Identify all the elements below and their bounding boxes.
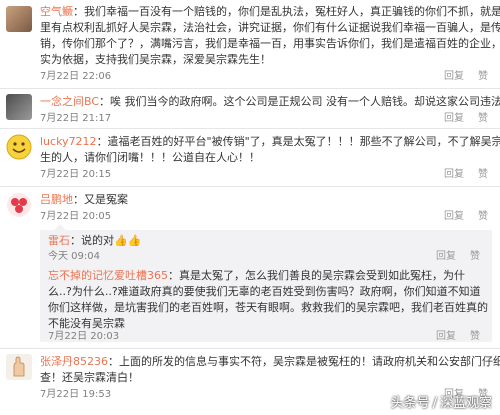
comment-item: 一念之间BC：唉 我们当今的政府啊。这个公司是正规公司 没有一个人赔钱。却说这家… [0,92,500,124]
like-button[interactable]: 赞 [470,251,480,262]
comment-time: 7月22日 20:05 [40,211,112,222]
comment-time: 7月22日 20:03 [48,331,120,342]
comment-line: 实为依据，支持我们吴宗霖，深爱吴宗霖先生！ [40,53,271,66]
comment-text: 吕鹏地：又是冤案 [40,192,492,208]
reply-button[interactable]: 回复 [444,169,464,180]
comment-line: 查！还吴宗霖清白！ [40,371,139,384]
comment-item: 吕鹏地：又是冤案 7月22日 20:05 回复赞 雷石：说的对👍👍 今天 09:… [0,190,500,270]
comment-author[interactable]: 张泽丹85236 [40,355,108,368]
avatar[interactable] [6,134,32,160]
comment-text: 张泽丹85236：上面的所发的信息与事实不符，吴宗霖是被冤枉的！请政府机关和公安… [40,354,500,370]
smiley-face-icon [6,134,32,160]
like-button[interactable]: 赞 [478,211,488,222]
reply-button[interactable]: 回复 [444,71,464,82]
comment-line: ：我们幸福一百没有一个赔钱的，你们是乱执法，冤枉好人，真正骗钱的你们不抓，就是手 [73,5,500,18]
comment-text: 空气鳜：我们幸福一百没有一个赔钱的，你们是乱执法，冤枉好人，真正骗钱的你们不抓，… [40,4,500,20]
comment-line: ：说的对👍👍 [70,234,142,247]
avatar[interactable] [6,94,32,120]
comment-line: 销，传你们那个了？，满嘴污言，我们是幸福一百，用事实告诉你们，我们是遣福百姓的企… [40,37,500,50]
comment-line: ：真是太冤了，怎么我们善良的吴宗霖会受到如此冤枉，为什 [168,269,465,282]
comment-item: 空气鳜：我们幸福一百没有一个赔钱的，你们是乱执法，冤枉好人，真正骗钱的你们不抓，… [0,2,500,84]
reply-button[interactable]: 回复 [436,251,456,262]
comment-author[interactable]: 吕鹏地 [40,193,73,206]
nested-reply-box: 雷石：说的对👍👍 今天 09:04 回复 赞 [40,224,492,268]
reply-button[interactable]: 回复 [436,331,456,342]
comment-text: 忘不掉的记忆爱吐槽365：真是太冤了，怎么我们善良的吴宗霖会受到如此冤枉，为什 [48,268,492,284]
like-button[interactable]: 赞 [478,113,488,124]
comment-line: 里有点权利乱抓好人吴宗霖，法治社会，讲究证据，你们有什么证据说我们幸福一百骗人，… [40,21,500,34]
hand-avatar-icon [6,354,32,380]
avatar[interactable] [6,192,32,218]
flower-avatar-icon [7,193,31,217]
comment-text: 一念之间BC：唉 我们当今的政府啊。这个公司是正规公司 没有一个人赔钱。却说这家… [40,94,500,110]
comment-line: 生的人，请你们闭嘴！！！公道自在人心！！ [40,151,260,164]
comment-line: 么..?为什么..?难道政府真的要使我们无辜的老百姓受到伤害吗？政府啊，你们知道… [48,285,481,298]
comment-item: lucky7212：遣福老百姓的好平台"被传销"了，真是太冤了！！！那些不了解公… [0,132,500,182]
watermark-brand: 头条号 [390,396,430,411]
like-button[interactable]: 赞 [470,331,480,342]
comment-line: ：又是冤案 [73,193,128,206]
comment-line: ：唉 我们当今的政府啊。这个公司是正规公司 没有一个人赔钱。却说这家公司违法 [99,95,500,108]
divider [0,348,500,349]
comment-author[interactable]: 忘不掉的记忆爱吐槽365 [48,269,168,282]
avatar[interactable] [6,6,32,32]
divider [0,128,500,129]
divider [0,88,500,89]
comment-line: ：遣福老百姓的好平台"被传销"了，真是太冤了！！！那些不了解公司，不了解吴宗霖先 [96,135,500,148]
watermark: 头条号 / 深蓝观察 [391,392,492,411]
comment-author[interactable]: lucky7212 [40,135,97,148]
watermark-channel: 深蓝观察 [439,396,492,411]
comment-time: 今天 09:04 [48,251,100,262]
comment-text: 雷石：说的对👍👍 [48,233,492,249]
comment-author[interactable]: 雷石 [48,234,70,247]
avatar[interactable] [6,354,32,380]
comment-text: lucky7212：遣福老百姓的好平台"被传销"了，真是太冤了！！！那些不了解公… [40,134,500,150]
watermark-separator: / [432,396,437,411]
like-button[interactable]: 赞 [478,169,488,180]
divider [0,186,500,187]
comment-author[interactable]: 空气鳜 [40,5,73,18]
reply-button[interactable]: 回复 [444,211,464,222]
comment-time: 7月22日 21:17 [40,113,112,124]
nested-reply-box: 忘不掉的记忆爱吐槽365：真是太冤了，怎么我们善良的吴宗霖会受到如此冤枉，为什 … [40,266,492,342]
comment-time: 7月22日 22:06 [40,71,112,82]
comment-line: ：上面的所发的信息与事实不符，吴宗霖是被冤枉的！请政府机关和公安部门仔细调 [108,355,500,368]
reply-arrow [54,224,66,230]
comment-time: 7月22日 19:53 [40,389,112,400]
reply-button[interactable]: 回复 [444,113,464,124]
like-button[interactable]: 赞 [478,71,488,82]
comment-author[interactable]: 一念之间BC [40,95,99,108]
comment-time: 7月22日 20:15 [40,169,112,180]
comment-line: 你们这样做，是坑害我们的老百姓啊，苍天有眼啊。救救我们的吴宗霖吧，我们老百姓真的 [48,301,488,314]
